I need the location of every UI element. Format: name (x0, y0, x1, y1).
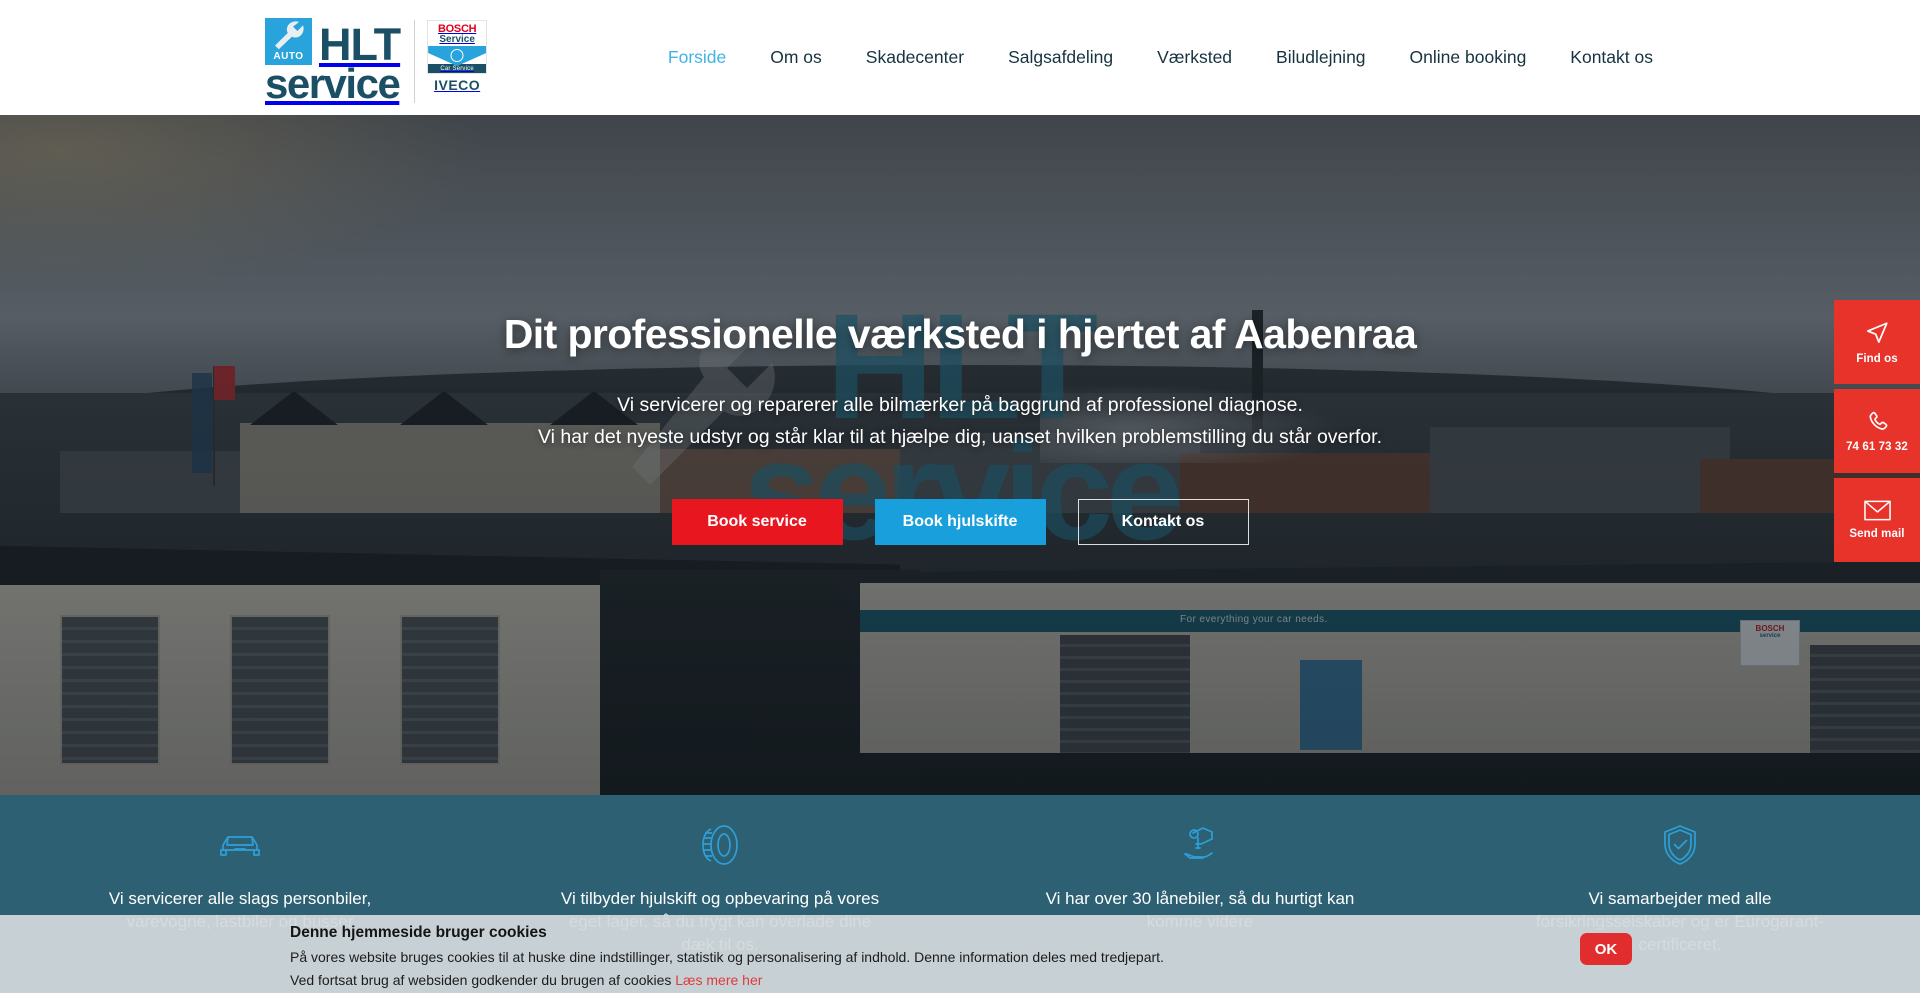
page-root: AUTO HLT service BOSCH Service Car Servi… (0, 0, 1920, 993)
nav-item-forside[interactable]: Forside (646, 47, 748, 68)
hero-subtitle-line2: Vi har det nyeste udstyr og står klar ti… (538, 426, 1382, 448)
hero-cta-group: Book service Book hjulskifte Kontakt os (671, 499, 1249, 545)
location-arrow-icon (1866, 321, 1888, 343)
kontakt-os-button[interactable]: Kontakt os (1077, 499, 1249, 545)
car-icon (217, 821, 263, 869)
rail-send-mail-label: Send mail (1849, 528, 1905, 540)
cookie-accept-button[interactable]: OK (1580, 933, 1632, 965)
cookie-consent-text: Ved fortsat brug af websiden godkender d… (290, 972, 676, 988)
tire-icon (700, 821, 740, 869)
hero-subtitle-line1: Vi servicerer og reparerer alle bilmærke… (617, 394, 1303, 416)
cookie-banner-text: Denne hjemmeside bruger cookies På vores… (290, 924, 1920, 988)
nav-item-om-os[interactable]: Om os (748, 47, 844, 68)
key-hand-icon (1179, 821, 1221, 869)
rail-find-os-label: Find os (1856, 352, 1898, 365)
nav-item-kontakt-os[interactable]: Kontakt os (1548, 47, 1675, 68)
shield-check-icon (1662, 821, 1698, 869)
main-navigation: Forside Om os Skadecenter Salgsafdeling … (0, 0, 1920, 115)
book-service-button[interactable]: Book service (671, 499, 843, 545)
site-header: AUTO HLT service BOSCH Service Car Servi… (0, 0, 1920, 115)
rail-phone[interactable]: 74 61 73 32 (1834, 389, 1920, 473)
rail-find-os[interactable]: Find os (1834, 300, 1920, 384)
cookie-read-more-link[interactable]: Læs mere her (675, 972, 762, 988)
nav-item-vaerksted[interactable]: Værksted (1135, 47, 1254, 68)
nav-item-salgsafdeling[interactable]: Salgsafdeling (986, 47, 1135, 68)
cookie-title: Denne hjemmeside bruger cookies (290, 924, 547, 941)
mail-icon (1863, 500, 1891, 521)
rail-phone-label: 74 61 73 32 (1846, 441, 1908, 453)
nav-item-skadecenter[interactable]: Skadecenter (844, 47, 986, 68)
cookie-banner: Denne hjemmeside bruger cookies På vores… (0, 915, 1920, 993)
hero-title: Dit professionelle værksted i hjertet af… (503, 311, 1417, 357)
quick-contact-rail: Find os 74 61 73 32 Send mail (1834, 300, 1920, 562)
hero-content: Dit professionelle værksted i hjertet af… (0, 115, 1920, 795)
book-hjulskifte-button[interactable]: Book hjulskifte (874, 499, 1046, 545)
nav-item-biludlejning[interactable]: Biludlejning (1254, 47, 1388, 68)
hero-subtitle: Vi servicerer og reparerer alle bilmærke… (538, 389, 1382, 453)
phone-icon (1868, 411, 1887, 430)
cookie-consent-line: Ved fortsat brug af websiden godkender d… (290, 972, 1920, 988)
nav-item-online-booking[interactable]: Online booking (1388, 47, 1549, 68)
cookie-description: På vores website bruges cookies til at h… (290, 949, 1164, 965)
hero-section: For everything your car needs. BOSCH ser… (0, 115, 1920, 795)
rail-send-mail[interactable]: Send mail (1834, 478, 1920, 562)
